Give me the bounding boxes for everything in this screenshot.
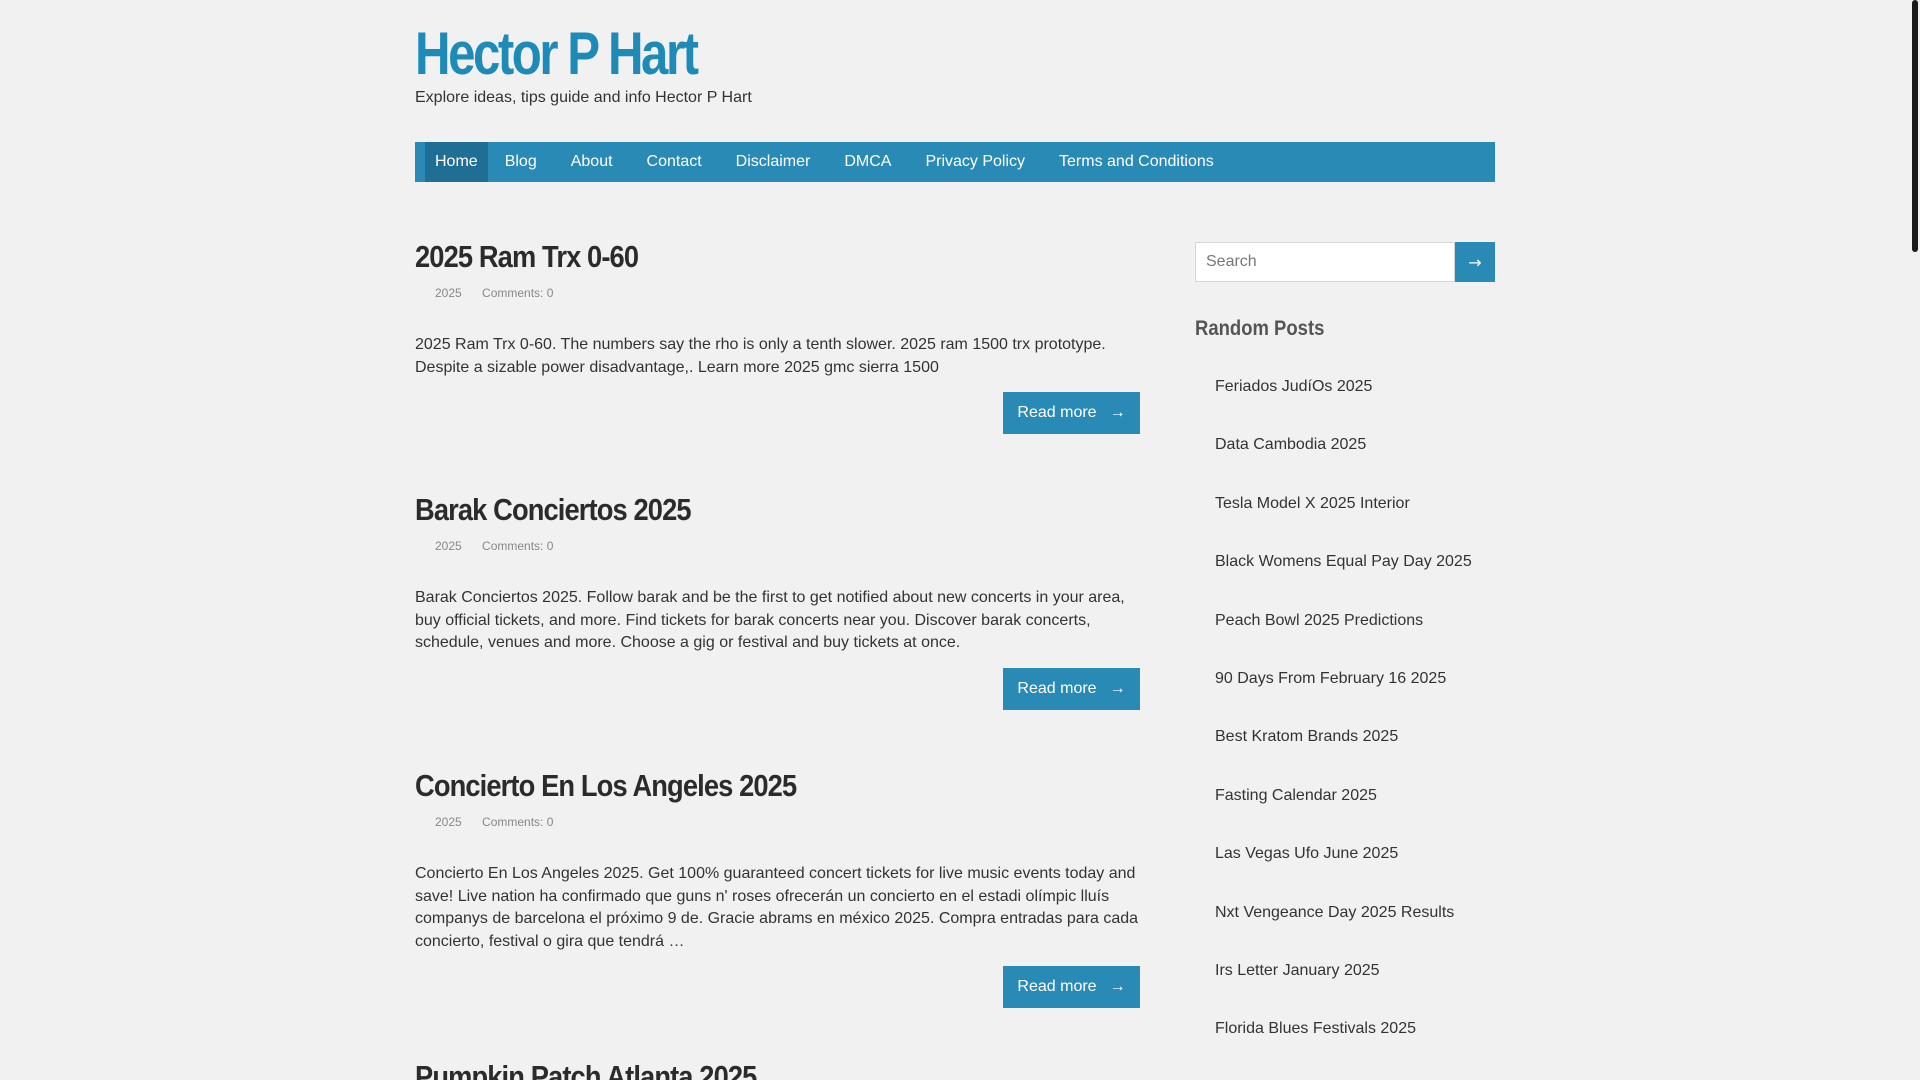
post-item: Barak Conciertos 2025 2025 Comments: 0 B… (415, 491, 1140, 710)
random-post-item[interactable]: Las Vegas Ufo June 2025 (1195, 831, 1495, 889)
read-more-button[interactable]: Read more → (1003, 392, 1140, 434)
main-nav: Home Blog About Contact Disclaimer DMCA … (415, 142, 1495, 182)
random-post-link[interactable]: Nxt Vengeance Day 2025 Results (1215, 904, 1454, 921)
post-title[interactable]: Barak Conciertos 2025 (415, 491, 1053, 529)
arrow-right-icon: → (1109, 680, 1126, 697)
nav-item-terms[interactable]: Terms and Conditions (1042, 142, 1231, 182)
read-more-button[interactable]: Read more → (1003, 966, 1140, 1008)
random-post-link[interactable]: Irs Letter January 2025 (1215, 962, 1380, 979)
arrow-right-icon: → (1109, 404, 1126, 421)
post-title[interactable]: Pumpkin Patch Atlanta 2025 (415, 1058, 1053, 1080)
page: Hector P Hart Explore ideas, tips guide … (0, 0, 1920, 1080)
random-post-link[interactable]: Fasting Calendar 2025 (1215, 787, 1377, 804)
scrollbar-thumb[interactable] (1912, 0, 1918, 252)
post-excerpt: Barak Conciertos 2025. Follow barak and … (415, 589, 1125, 651)
post-meta: 2025 Comments: 0 (415, 538, 1140, 554)
post-comments[interactable]: Comments: 0 (482, 815, 553, 829)
site-title[interactable]: Hector P Hart (415, 18, 699, 90)
read-more-button[interactable]: Read more → (1003, 668, 1140, 710)
post-date: 2025 (435, 286, 462, 300)
post-comments[interactable]: Comments: 0 (482, 539, 553, 553)
post-comments[interactable]: Comments: 0 (482, 286, 553, 300)
arrow-right-icon: → (1109, 978, 1126, 995)
random-posts-list: Feriados JudíOs 2025 Data Cambodia 2025 … (1195, 364, 1495, 1065)
nav-item-blog[interactable]: Blog (488, 142, 554, 182)
search-input[interactable] (1195, 242, 1455, 282)
random-posts-title: Random Posts (1195, 317, 1325, 340)
nav-item-contact[interactable]: Contact (630, 142, 719, 182)
read-more-label: Read more (1017, 680, 1097, 697)
post-excerpt: Concierto En Los Angeles 2025. Get 100% … (415, 865, 1139, 950)
post-excerpt: 2025 Ram Trx 0-60. The numbers say the r… (415, 336, 1106, 376)
site-tagline: Explore ideas, tips guide and info Hecto… (415, 89, 752, 106)
random-post-link[interactable]: Data Cambodia 2025 (1215, 436, 1366, 453)
random-post-link[interactable]: Florida Blues Festivals 2025 (1215, 1020, 1416, 1037)
random-post-item[interactable]: Peach Bowl 2025 Predictions (1195, 598, 1495, 656)
nav-item-privacy-policy[interactable]: Privacy Policy (908, 142, 1042, 182)
random-post-item[interactable]: Florida Blues Festivals 2025 (1195, 1006, 1495, 1064)
post-meta: 2025 Comments: 0 (415, 814, 1140, 830)
post-title[interactable]: Concierto En Los Angeles 2025 (415, 767, 1053, 805)
nav-item-disclaimer[interactable]: Disclaimer (719, 142, 828, 182)
nav-item-home[interactable]: Home (425, 142, 488, 182)
page-scrollbar[interactable] (1910, 0, 1920, 1080)
random-post-item[interactable]: Feriados JudíOs 2025 (1195, 364, 1495, 422)
random-post-link[interactable]: 90 Days From February 16 2025 (1215, 670, 1446, 687)
nav-item-about[interactable]: About (554, 142, 630, 182)
random-post-item[interactable]: Black Womens Equal Pay Day 2025 (1195, 539, 1495, 597)
random-post-link[interactable]: Tesla Model X 2025 Interior (1215, 495, 1410, 512)
random-post-item[interactable]: Irs Letter January 2025 (1195, 948, 1495, 1006)
post-title[interactable]: 2025 Ram Trx 0-60 (415, 238, 1053, 276)
random-post-item[interactable]: Data Cambodia 2025 (1195, 422, 1495, 480)
post-item: Pumpkin Patch Atlanta 2025 (415, 1058, 1140, 1080)
random-post-link[interactable]: Peach Bowl 2025 Predictions (1215, 612, 1423, 629)
random-post-link[interactable]: Best Kratom Brands 2025 (1215, 728, 1398, 745)
post-date: 2025 (435, 539, 462, 553)
read-more-label: Read more (1017, 978, 1097, 995)
post-date: 2025 (435, 815, 462, 829)
random-post-item[interactable]: Tesla Model X 2025 Interior (1195, 481, 1495, 539)
read-more-label: Read more (1017, 404, 1097, 421)
post-item: Concierto En Los Angeles 2025 2025 Comme… (415, 767, 1140, 1008)
post-meta: 2025 Comments: 0 (415, 285, 1140, 301)
random-post-link[interactable]: Black Womens Equal Pay Day 2025 (1215, 553, 1472, 570)
random-post-item[interactable]: 90 Days From February 16 2025 (1195, 656, 1495, 714)
random-post-item[interactable]: Nxt Vengeance Day 2025 Results (1195, 890, 1495, 948)
search-submit-button[interactable]: → (1455, 242, 1495, 282)
search-form: → (1195, 242, 1495, 282)
random-post-item[interactable]: Best Kratom Brands 2025 (1195, 714, 1495, 772)
nav-item-dmca[interactable]: DMCA (827, 142, 908, 182)
random-post-link[interactable]: Las Vegas Ufo June 2025 (1215, 845, 1398, 862)
random-post-item[interactable]: Fasting Calendar 2025 (1195, 773, 1495, 831)
post-item: 2025 Ram Trx 0-60 2025 Comments: 0 2025 … (415, 238, 1140, 434)
random-post-link[interactable]: Feriados JudíOs 2025 (1215, 378, 1372, 395)
